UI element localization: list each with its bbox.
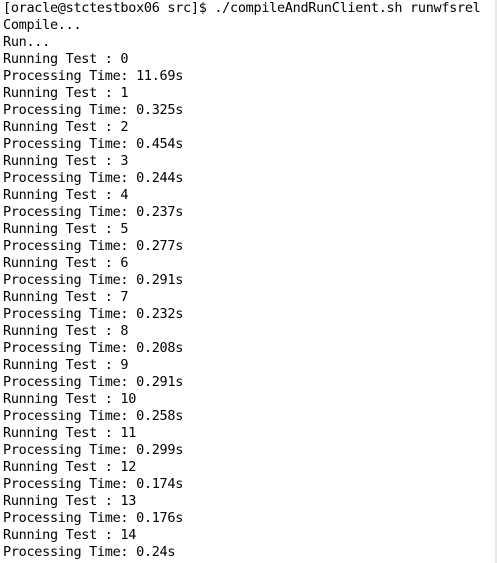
output-line: Processing Time: 11.69s (3, 68, 184, 84)
output-line: Running Test : 9 (3, 357, 129, 373)
output-line: Running Test : 0 (3, 51, 129, 67)
terminal-output[interactable]: [oracle@stctestbox06 src]$ ./compileAndR… (0, 0, 497, 563)
output-line: Processing Time: 0.299s (3, 442, 184, 458)
output-line: Running Test : 1 (3, 85, 129, 101)
output-line: Running Test : 10 (3, 391, 137, 407)
output-line: Running Test : 6 (3, 255, 129, 271)
output-line: Processing Time: 0.24s (3, 544, 176, 560)
output-line: Processing Time: 0.232s (3, 306, 184, 322)
output-line: Running Test : 5 (3, 221, 129, 237)
output-line: Running Test : 14 (3, 527, 137, 543)
output-line: Run... (3, 34, 50, 50)
output-line: Processing Time: 0.174s (3, 476, 184, 492)
output-line: Running Test : 11 (3, 425, 137, 441)
command-prompt-line: [oracle@stctestbox06 src]$ ./compileAndR… (3, 0, 481, 16)
output-line: Processing Time: 0.237s (3, 204, 184, 220)
output-line: Processing Time: 0.208s (3, 340, 184, 356)
output-line: Running Test : 12 (3, 459, 137, 475)
output-line: Running Test : 8 (3, 323, 129, 339)
output-line: Processing Time: 0.291s (3, 272, 184, 288)
output-line: Processing Time: 0.258s (3, 408, 184, 424)
output-line: Processing Time: 0.291s (3, 374, 184, 390)
output-line: Processing Time: 0.244s (3, 170, 184, 186)
output-line: Running Test : 7 (3, 289, 129, 305)
output-line: Processing Time: 0.325s (3, 102, 184, 118)
output-line: Running Test : 2 (3, 119, 129, 135)
output-line: Processing Time: 0.454s (3, 136, 184, 152)
output-line: Running Test : 4 (3, 187, 129, 203)
output-line: Running Test : 3 (3, 153, 129, 169)
output-line: Compile... (3, 17, 82, 33)
output-line: Processing Time: 0.176s (3, 510, 184, 526)
output-line: Processing Time: 0.277s (3, 238, 184, 254)
output-line: Running Test : 13 (3, 493, 137, 509)
